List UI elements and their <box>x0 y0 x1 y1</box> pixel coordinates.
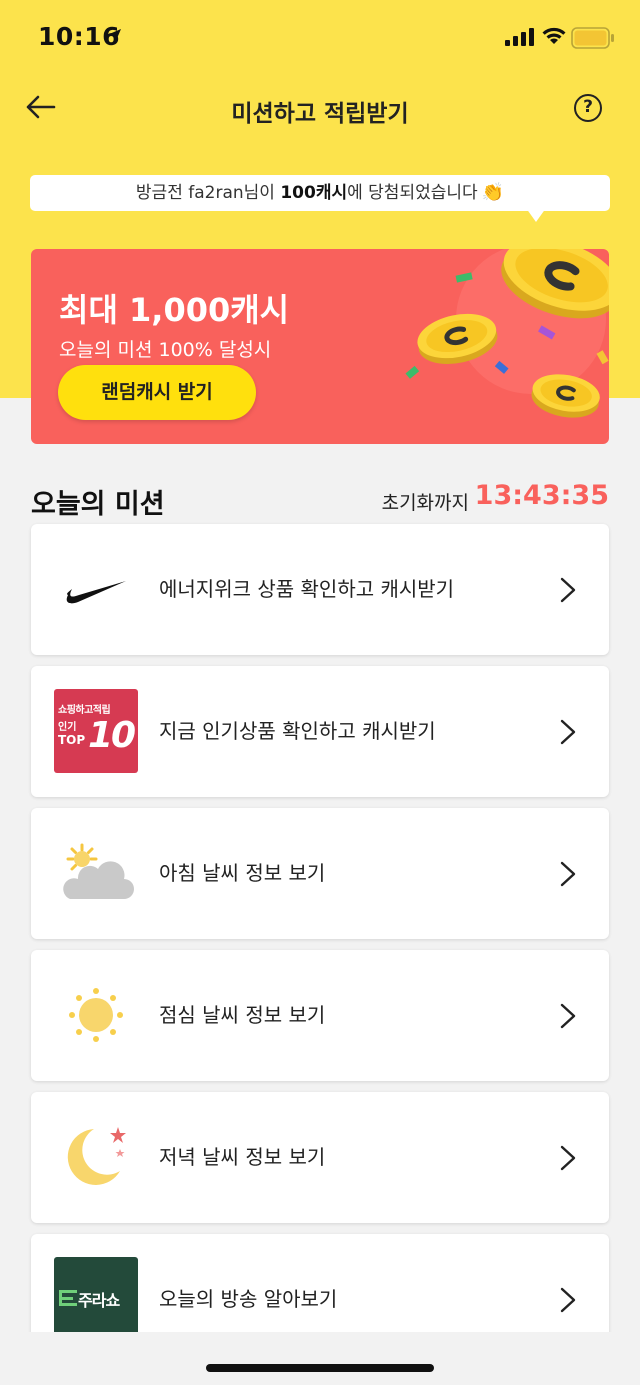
mission-thumbnail <box>54 973 138 1057</box>
wifi-icon <box>542 27 566 44</box>
moon-stars-icon <box>67 1127 126 1185</box>
mission-thumbnail: 쇼핑하고적립 인기 TOP 10 <box>54 689 138 773</box>
banner-subtitle: 오늘의 미션 100% 달성시 <box>59 339 272 361</box>
ticker-tail <box>526 208 546 222</box>
reset-countdown: 13:43:35 <box>474 480 609 511</box>
broadcast-logo-text: 주라쇼 <box>78 1291 120 1310</box>
chevron-right-icon <box>560 577 576 603</box>
top10-number: 10 <box>88 715 136 756</box>
mission-item-lunch-weather[interactable]: 점심 날씨 정보 보기 <box>31 950 609 1081</box>
promo-banner: 최대 1,000캐시 오늘의 미션 100% 달성시 랜덤캐시 받기 <box>31 249 609 444</box>
mission-item-evening-weather[interactable]: 저녁 날씨 정보 보기 <box>31 1092 609 1223</box>
top10-line1: 쇼핑하고적립 <box>58 705 111 716</box>
chevron-right-icon <box>560 1003 576 1029</box>
mission-label: 저녁 날씨 정보 보기 <box>159 1145 326 1169</box>
status-bar: 10:16 <box>0 0 640 78</box>
sun-icon <box>69 988 123 1042</box>
mission-item-energy-week[interactable]: 에너지위크 상품 확인하고 캐시받기 <box>31 524 609 655</box>
mission-label: 에너지위크 상품 확인하고 캐시받기 <box>159 577 455 601</box>
mission-thumbnail: 주라쇼 <box>54 1257 138 1341</box>
mission-item-popular-products[interactable]: 쇼핑하고적립 인기 TOP 10 지금 인기상품 확인하고 캐시받기 <box>31 666 609 797</box>
reset-label: 초기화까지 <box>381 492 469 514</box>
home-indicator-area <box>0 1332 640 1385</box>
chevron-right-icon <box>560 861 576 887</box>
mission-thumbnail <box>54 547 138 631</box>
navigation-bar: 미션하고 적립받기 ? <box>0 80 640 140</box>
mission-label: 지금 인기상품 확인하고 캐시받기 <box>159 719 436 743</box>
location-arrow-icon <box>107 29 121 43</box>
top10-icon: 쇼핑하고적립 인기 TOP 10 <box>54 689 138 773</box>
nike-swoosh-icon <box>66 581 126 604</box>
sun-cloud-icon <box>63 843 134 899</box>
battery-icon <box>571 27 614 49</box>
mission-item-morning-weather[interactable]: 아침 날씨 정보 보기 <box>31 808 609 939</box>
banner-title: 최대 1,000캐시 <box>59 291 290 329</box>
broadcast-logo-icon: 주라쇼 <box>54 1257 138 1341</box>
clap-icon: 👏 <box>481 182 505 203</box>
top10-line3: TOP <box>58 733 86 747</box>
page-title: 미션하고 적립받기 <box>231 101 409 127</box>
random-cash-button[interactable]: 랜덤캐시 받기 <box>58 365 256 420</box>
winner-ticker: 방금전 fa2ran님이 100캐시에 당첨되었습니다 👏 <box>30 175 610 211</box>
ticker-highlight: 100캐시 <box>280 183 348 203</box>
chevron-right-icon <box>560 719 576 745</box>
mission-thumbnail <box>54 1115 138 1199</box>
cellular-signal-icon <box>505 28 534 46</box>
broadcast-logo-mark <box>59 1290 77 1306</box>
ticker-suffix: 에 당첨되었습니다 <box>347 183 478 203</box>
missions-header: 오늘의 미션 초기화까지 13:43:35 <box>31 478 609 520</box>
top10-line2: 인기 <box>58 722 77 733</box>
coins-illustration-icon <box>405 249 609 418</box>
mission-thumbnail <box>54 831 138 915</box>
mission-label: 점심 날씨 정보 보기 <box>159 1003 326 1027</box>
missions-title: 오늘의 미션 <box>31 489 165 520</box>
help-button[interactable]: ? <box>574 94 602 122</box>
home-indicator[interactable] <box>206 1364 434 1372</box>
chevron-right-icon <box>560 1145 576 1171</box>
ticker-prefix: 방금전 fa2ran님이 <box>135 183 281 203</box>
mission-label: 아침 날씨 정보 보기 <box>159 861 326 885</box>
chevron-right-icon <box>560 1287 576 1313</box>
